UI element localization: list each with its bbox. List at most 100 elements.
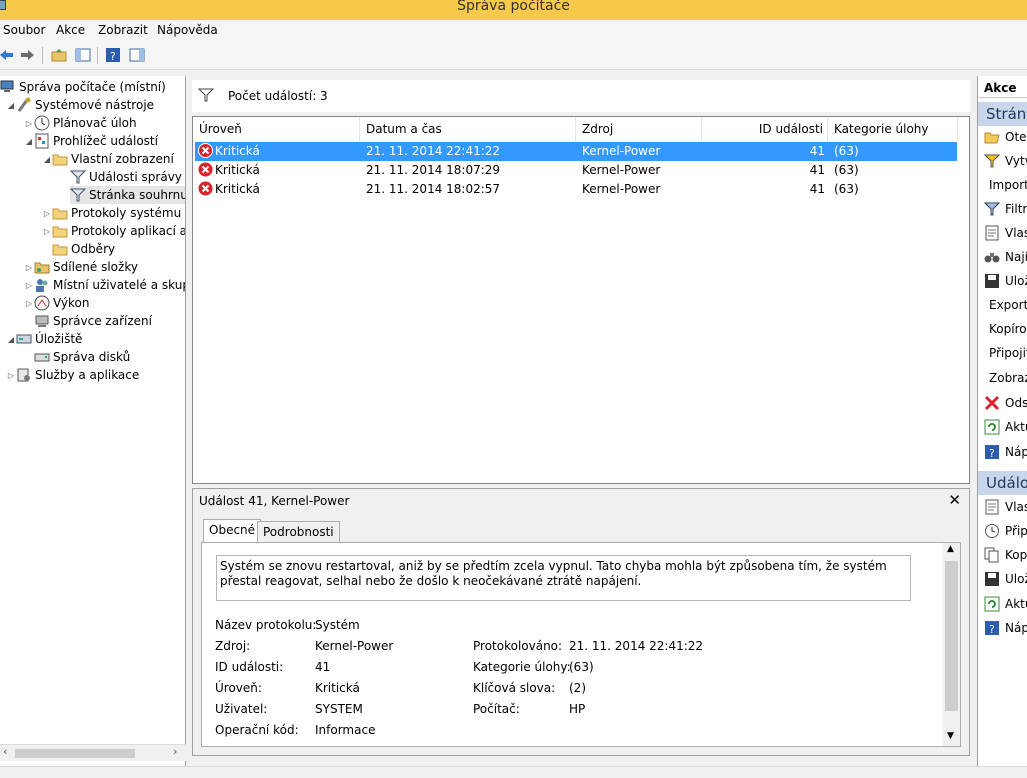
menu-akce[interactable]: Akce: [56, 23, 85, 37]
action-save-selected[interactable]: Uložit vybrané události...: [978, 568, 1027, 590]
action-copy-custom-view[interactable]: Kopírovat vlastní zobrazení...: [978, 318, 1027, 340]
action-help-event[interactable]: ? Nápověda: [978, 617, 1027, 639]
up-folder-icon[interactable]: [49, 45, 69, 65]
help-icon[interactable]: ?: [103, 45, 123, 65]
navigation-tree: Správa počítače (místní) ◢ Systémové nás…: [0, 76, 186, 766]
action-create-custom-view[interactable]: Vytvořit vlastní zobrazení...: [978, 150, 1027, 172]
cell-event-id: 41: [809, 144, 825, 158]
user-label: Uživatel:: [215, 702, 268, 716]
back-icon[interactable]: [0, 45, 16, 65]
scroll-left-icon[interactable]: ‹: [3, 745, 7, 758]
tree-item-event-viewer[interactable]: ◢ Prohlížeč událostí: [24, 132, 158, 150]
collapse-arrow-icon[interactable]: ◢: [24, 137, 34, 146]
tree-item-label: Události správy: [89, 170, 182, 184]
device-manager-icon: [34, 313, 50, 329]
status-bar: [0, 766, 1027, 778]
show-hide-actions-icon[interactable]: [127, 45, 147, 65]
tree-item-subscriptions[interactable]: Odběry: [52, 240, 115, 258]
tree-item-shared-folders[interactable]: ▷ Sdílené složky: [24, 258, 138, 276]
event-message[interactable]: Systém se znovu restartoval, aniž by se …: [216, 555, 911, 601]
table-row[interactable]: Kritická 21. 11. 2014 22:41:22 Kernel-Po…: [195, 142, 957, 161]
open-folder-icon: [984, 128, 1000, 146]
action-attach-task[interactable]: Připojit úlohu k tomuto vlastnímu zobraz…: [978, 342, 1027, 364]
table-row[interactable]: Kritická 21. 11. 2014 18:07:29 Kernel-Po…: [195, 161, 957, 180]
action-save-all-events[interactable]: Uložit všechny události...: [978, 270, 1027, 292]
event-detail-title: Událost 41, Kernel-Power: [199, 494, 350, 508]
tab-details[interactable]: Podrobnosti: [257, 521, 340, 542]
tree-item-disk-management[interactable]: Správa disků: [34, 348, 130, 366]
expand-arrow-icon[interactable]: ▷: [24, 119, 34, 128]
tree-item-performance[interactable]: ▷ Výkon: [24, 294, 89, 312]
cell-category: (63): [834, 163, 859, 177]
expand-arrow-icon[interactable]: ▷: [42, 209, 52, 218]
properties-icon: [984, 498, 1000, 516]
tree-horizontal-scrollbar[interactable]: ‹ ›: [0, 744, 186, 761]
column-header-event-id[interactable]: ID události: [702, 117, 828, 141]
action-open-saved-log[interactable]: Otevřít uložený protokol...: [978, 126, 1027, 148]
expand-arrow-icon[interactable]: ▷: [6, 371, 16, 380]
tab-general[interactable]: Obecné: [203, 519, 262, 543]
action-delete[interactable]: Odstranit: [978, 392, 1027, 414]
close-icon[interactable]: ✕: [948, 491, 961, 509]
collapse-arrow-icon[interactable]: ◢: [42, 155, 52, 164]
column-header-datetime[interactable]: Datum a čas: [360, 117, 576, 141]
column-header-task-category[interactable]: Kategorie úlohy: [828, 117, 958, 141]
expand-arrow-icon[interactable]: ▷: [24, 281, 34, 290]
tree-item-computer-management[interactable]: Správa počítače (místní): [0, 78, 166, 96]
task-icon: [984, 522, 1000, 540]
tree-item-task-scheduler[interactable]: ▷ Plánovač úloh: [24, 114, 137, 132]
scroll-down-icon[interactable]: ▼: [947, 731, 954, 741]
folder-icon: [52, 205, 68, 221]
tree-item-device-manager[interactable]: Správce zařízení: [34, 312, 152, 330]
tree-item-label: Správce zařízení: [53, 314, 152, 328]
collapse-arrow-icon[interactable]: ◢: [6, 101, 16, 110]
user-value: SYSTEM: [315, 702, 363, 716]
action-import-custom-view[interactable]: Importovat vlastní zobrazení...: [978, 174, 1027, 196]
table-row[interactable]: Kritická 21. 11. 2014 18:02:57 Kernel-Po…: [195, 180, 957, 199]
tree-item-custom-views[interactable]: ◢ Vlastní zobrazení: [42, 150, 174, 168]
column-header-level[interactable]: Úroveň: [193, 117, 360, 141]
action-refresh-event[interactable]: Aktualizovat: [978, 593, 1027, 615]
tree-item-services-apps[interactable]: ▷ Služby a aplikace: [6, 366, 139, 384]
menu-soubor[interactable]: Soubor: [3, 23, 45, 37]
menu-napoveda[interactable]: Nápověda: [157, 23, 218, 37]
action-help[interactable]: ? Nápověda: [978, 441, 1027, 463]
forward-icon[interactable]: [18, 45, 38, 65]
expand-arrow-icon[interactable]: ▷: [24, 263, 34, 272]
action-export-custom-view[interactable]: Exportovat vlastní zobrazení...: [978, 294, 1027, 316]
expand-arrow-icon[interactable]: ▷: [24, 299, 34, 308]
tree-item-windows-logs[interactable]: ▷ Protokoly systému Windows: [42, 204, 185, 222]
tree-item-local-users[interactable]: ▷ Místní uživatelé a skupiny: [24, 276, 185, 294]
action-event-properties[interactable]: Vlastnosti události: [978, 496, 1027, 518]
tree-item-storage[interactable]: ◢ Úložiště: [6, 330, 83, 348]
detail-vertical-scrollbar[interactable]: ▲ ▼: [943, 543, 960, 746]
menu-zobrazit[interactable]: Zobrazit: [98, 23, 148, 37]
help-icon: ?: [984, 619, 1000, 637]
tree-item-app-service-logs[interactable]: ▷ Protokoly aplikací a služeb: [42, 222, 185, 240]
disk-icon: [34, 349, 50, 365]
show-hide-tree-icon[interactable]: [73, 45, 93, 65]
actions-section-event[interactable]: Událost 41, Kernel-Power: [978, 471, 1027, 495]
scrollbar-thumb[interactable]: [945, 561, 958, 711]
tree-item-system-tools[interactable]: ◢ Systémové nástroje: [6, 96, 154, 114]
source-value: Kernel-Power: [315, 639, 394, 653]
action-attach-task-event[interactable]: Připojit úlohu k této události...: [978, 520, 1027, 542]
scrollbar-thumb[interactable]: [15, 749, 135, 758]
action-find[interactable]: Najít...: [978, 246, 1027, 268]
expand-arrow-icon[interactable]: ▷: [42, 227, 52, 236]
tree-item-summary-page[interactable]: Stránka souhrnu: [70, 186, 185, 204]
tree-item-label: Správa disků: [53, 350, 131, 364]
source-label: Zdroj:: [215, 639, 251, 653]
tree-item-admin-events[interactable]: Události správy: [70, 168, 182, 186]
action-properties[interactable]: Vlastnosti: [978, 222, 1027, 244]
actions-section-summary[interactable]: Stránka souhrnu: [978, 102, 1027, 126]
column-header-source[interactable]: Zdroj: [576, 117, 702, 141]
action-copy[interactable]: Kopírovat: [978, 544, 1027, 566]
action-view[interactable]: Zobrazit: [978, 367, 1027, 389]
action-refresh[interactable]: Aktualizovat: [978, 416, 1027, 438]
action-filter-view[interactable]: Filtrovat aktuální vlastní zobrazení...: [978, 198, 1027, 220]
scroll-up-icon[interactable]: ▲: [947, 544, 954, 554]
scroll-right-icon[interactable]: ›: [173, 745, 177, 758]
collapse-arrow-icon[interactable]: ◢: [6, 335, 16, 344]
window-title: Správa počítače: [457, 0, 570, 14]
